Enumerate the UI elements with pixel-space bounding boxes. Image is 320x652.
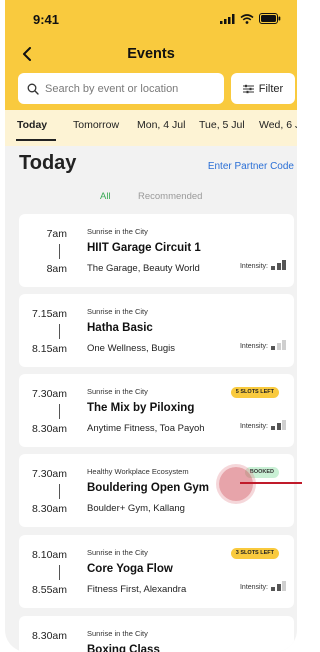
tab-wed-6-jul[interactable]: Wed, 6 Jul [259,119,297,131]
event-card[interactable]: 7am 8am Sunrise in the City HIIT Garage … [19,214,294,287]
filter-recommended[interactable]: Recommended [138,191,202,202]
intensity-bars-icon [271,340,286,350]
nav-bar: Events [5,40,297,70]
start-time: 8.10am [31,549,67,561]
event-venue: Boulder+ Gym, Kallang [87,503,185,514]
event-provider: Sunrise in the City [87,629,148,638]
intensity-label: Intensity: [239,343,268,350]
end-time: 8am [46,263,67,275]
time-divider [59,565,60,580]
event-name: Core Yoga Flow [87,563,173,575]
event-card[interactable]: 7.15am 8.15am Sunrise in the City Hatha … [19,294,294,367]
intensity-indicator: Intensity: [240,340,286,350]
search-icon [27,83,39,95]
tab-tomorrow[interactable]: Tomorrow [73,119,119,131]
intensity-indicator: Intensity: [240,581,286,591]
page-title: Events [127,46,175,62]
status-time: 9:41 [33,12,60,27]
start-time: 7.30am [31,468,67,480]
time-divider [59,244,60,259]
time-divider [59,484,60,499]
active-tab-indicator [16,139,56,141]
phone-screen: 9:41 Events Search by event or location … [5,0,297,652]
event-name: Boxing Class [87,644,160,652]
wifi-icon [240,13,254,24]
event-card[interactable]: 7.30am 8.30am Healthy Workplace Ecosyste… [19,454,294,527]
intensity-label: Intensity: [239,423,268,430]
intensity-bars-icon [271,420,286,430]
battery-icon [259,13,281,24]
event-provider: Sunrise in the City [87,387,148,396]
event-card[interactable]: 7.30am 8.30am Sunrise in the City The Mi… [19,374,294,447]
intensity-bars-icon [271,260,286,270]
intensity-bars-icon [271,581,286,591]
end-time: 8.15am [31,343,67,355]
intensity-indicator: Intensity: [240,420,286,430]
event-venue: Fitness First, Alexandra [87,584,187,595]
event-provider: Healthy Workplace Ecosystem [87,467,189,476]
intensity-label: Intensity: [239,584,268,591]
event-provider: Sunrise in the City [87,548,148,557]
touch-indicator [219,467,253,501]
event-provider: Sunrise in the City [87,307,148,316]
tab-today[interactable]: Today [17,119,47,131]
start-time: 8.30am [31,630,67,642]
event-name: HIIT Garage Circuit 1 [87,242,201,254]
event-venue: The Garage, Beauty World [87,263,200,274]
signal-icon [220,13,235,24]
swipe-trail [240,482,302,484]
slots-left-badge: 3 SLOTS LEFT [230,548,279,559]
search-box[interactable] [18,73,224,104]
time-divider [59,324,60,339]
start-time: 7.30am [31,388,67,400]
event-venue: One Wellness, Bugis [87,343,176,354]
intensity-label: Intensity: [239,263,268,270]
search-input[interactable] [45,82,215,95]
filter-button[interactable]: Filter [231,73,295,104]
event-provider: Sunrise in the City [87,227,148,236]
time-divider [59,404,60,419]
section-title: Today [19,152,77,174]
intensity-indicator: Intensity: [240,260,286,270]
sliders-icon [242,84,254,93]
status-icons [220,13,281,24]
event-name: The Mix by Piloxing [87,402,195,414]
status-bar: 9:41 [5,0,297,36]
event-card[interactable]: 8.10am 8.55am Sunrise in the City Core Y… [19,535,294,608]
end-time: 8.30am [31,503,67,515]
tab-tue-5-jul[interactable]: Tue, 5 Jul [199,119,245,131]
app-header: 9:41 Events Search by event or location … [5,0,297,146]
filter-label: Filter [258,82,284,95]
start-time: 7.15am [31,308,67,320]
filter-all[interactable]: All [100,191,111,202]
partner-code-link[interactable]: Enter Partner Code [208,161,294,172]
event-card[interactable]: 8.30am Sunrise in the City Boxing Class [19,616,294,652]
tab-mon-4-jul[interactable]: Mon, 4 Jul [137,119,185,131]
end-time: 8.30am [31,423,67,435]
event-name: Hatha Basic [87,322,153,334]
start-time: 7am [46,228,67,240]
slots-left-badge: 5 SLOTS LEFT [230,387,279,398]
end-time: 8.55am [31,584,67,596]
event-venue: Anytime Fitness, Toa Payoh [87,423,205,434]
event-name: Bouldering Open Gym [87,482,210,494]
